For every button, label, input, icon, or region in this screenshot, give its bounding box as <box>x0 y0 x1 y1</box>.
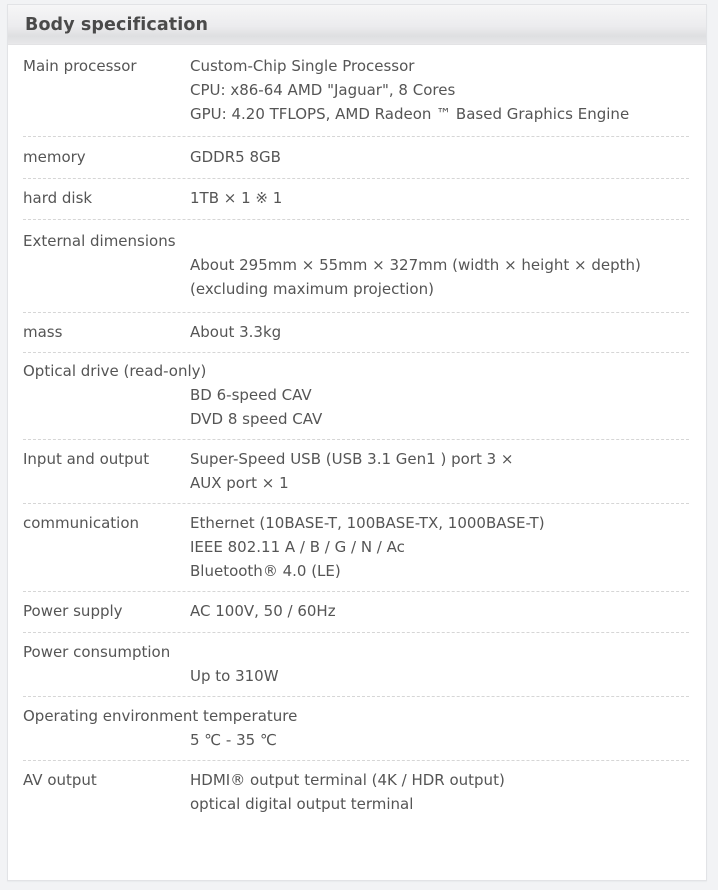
spec-value: Ethernet (10BASE-T, 100BASE-TX, 1000BASE… <box>190 511 689 583</box>
spec-label: Operating environment temperature <box>23 707 298 725</box>
spec-value: GDDR5 8GB <box>190 145 689 169</box>
spec-label: Input and output <box>23 450 150 468</box>
spec-value-line: CPU: x86-64 AMD "Jaguar", 8 Cores <box>190 81 456 99</box>
spec-label: communication <box>23 514 140 532</box>
card-title: Body specification <box>25 14 209 35</box>
spec-value-line: DVD 8 speed CAV <box>190 410 323 428</box>
spec-value-line: 1TB × 1 ※ 1 <box>190 189 283 207</box>
spec-row: hard disk 1TB × 1 ※ 1 <box>23 179 689 220</box>
spec-row: Operating environment temperature 5 ℃ - 3… <box>23 697 689 761</box>
spec-label: Optical drive (read-only) <box>23 362 207 380</box>
spec-value: HDMI® output terminal (4K / HDR output) o… <box>190 768 689 816</box>
spec-label: Power supply <box>23 602 123 620</box>
spec-value: About 295mm × 55mm × 327mm (width × heig… <box>23 253 689 301</box>
spec-row: Main processor Custom-Chip Single Process… <box>23 45 689 137</box>
spec-value-line: 5 ℃ - 35 ℃ <box>190 731 277 749</box>
spec-row: External dimensions About 295mm × 55mm × … <box>23 220 689 313</box>
spec-row: Optical drive (read-only) BD 6-speed CAV D… <box>23 353 689 440</box>
spec-value-line: Super-Speed USB (USB 3.1 Gen1 ) port 3 × <box>190 450 514 468</box>
spec-value: Super-Speed USB (USB 3.1 Gen1 ) port 3 ×… <box>190 447 689 495</box>
spec-label: Main processor <box>23 57 137 75</box>
spec-value-line: optical digital output terminal <box>190 795 414 813</box>
spec-row: Power consumption Up to 310W <box>23 633 689 697</box>
spec-value: About 3.3kg <box>190 320 689 344</box>
spec-value-line: Ethernet (10BASE-T, 100BASE-TX, 1000BASE… <box>190 514 545 532</box>
spec-value: 1TB × 1 ※ 1 <box>190 186 689 210</box>
spec-label: memory <box>23 148 86 166</box>
spec-value-line: BD 6-speed CAV <box>190 386 312 404</box>
spec-value-line: (excluding maximum projection) <box>190 280 434 298</box>
spec-label: External dimensions <box>23 232 176 250</box>
spec-value-line: Up to 310W <box>190 667 279 685</box>
spec-row: Input and output Super-Speed USB (USB 3.1… <box>23 440 689 504</box>
spec-label: mass <box>23 323 63 341</box>
spec-row: AV output HDMI® output terminal (4K / HDR… <box>23 761 689 828</box>
spec-value: Custom-Chip Single Processor CPU: x86-64 … <box>190 54 689 126</box>
spec-value-line: AC 100V, 50 / 60Hz <box>190 602 336 620</box>
spec-label: hard disk <box>23 189 93 207</box>
spec-value: 5 ℃ - 35 ℃ <box>23 728 689 752</box>
spec-list: Main processor Custom-Chip Single Process… <box>8 45 706 828</box>
spec-value-line: About 3.3kg <box>190 323 282 341</box>
spec-value-line: Bluetooth® 4.0 (LE) <box>190 562 341 580</box>
spec-row: Power supply AC 100V, 50 / 60Hz <box>23 592 689 633</box>
spec-value: Up to 310W <box>23 664 689 688</box>
spec-row: mass About 3.3kg <box>23 313 689 353</box>
spec-value-line: IEEE 802.11 A / B / G / N / Ac <box>190 538 405 556</box>
spec-value-line: About 295mm × 55mm × 327mm (width × heig… <box>190 256 641 274</box>
spec-label: Power consumption <box>23 643 171 661</box>
card-header: Body specification <box>8 5 706 45</box>
spec-row: communication Ethernet (10BASE-T, 100BASE… <box>23 504 689 592</box>
spec-card: Body specification Main processor Custom-… <box>7 4 707 881</box>
spec-value-line: GPU: 4.20 TFLOPS, AMD Radeon ™ Based Gra… <box>190 105 630 123</box>
spec-value: AC 100V, 50 / 60Hz <box>190 599 689 623</box>
spec-value-line: AUX port × 1 <box>190 474 289 492</box>
spec-value-line: HDMI® output terminal (4K / HDR output) <box>190 771 505 789</box>
spec-value: BD 6-speed CAV DVD 8 speed CAV <box>23 383 689 431</box>
spec-label: AV output <box>23 771 97 789</box>
spec-row: memory GDDR5 8GB <box>23 137 689 179</box>
spec-value-line: Custom-Chip Single Processor <box>190 57 415 75</box>
spec-value-line: GDDR5 8GB <box>190 148 281 166</box>
